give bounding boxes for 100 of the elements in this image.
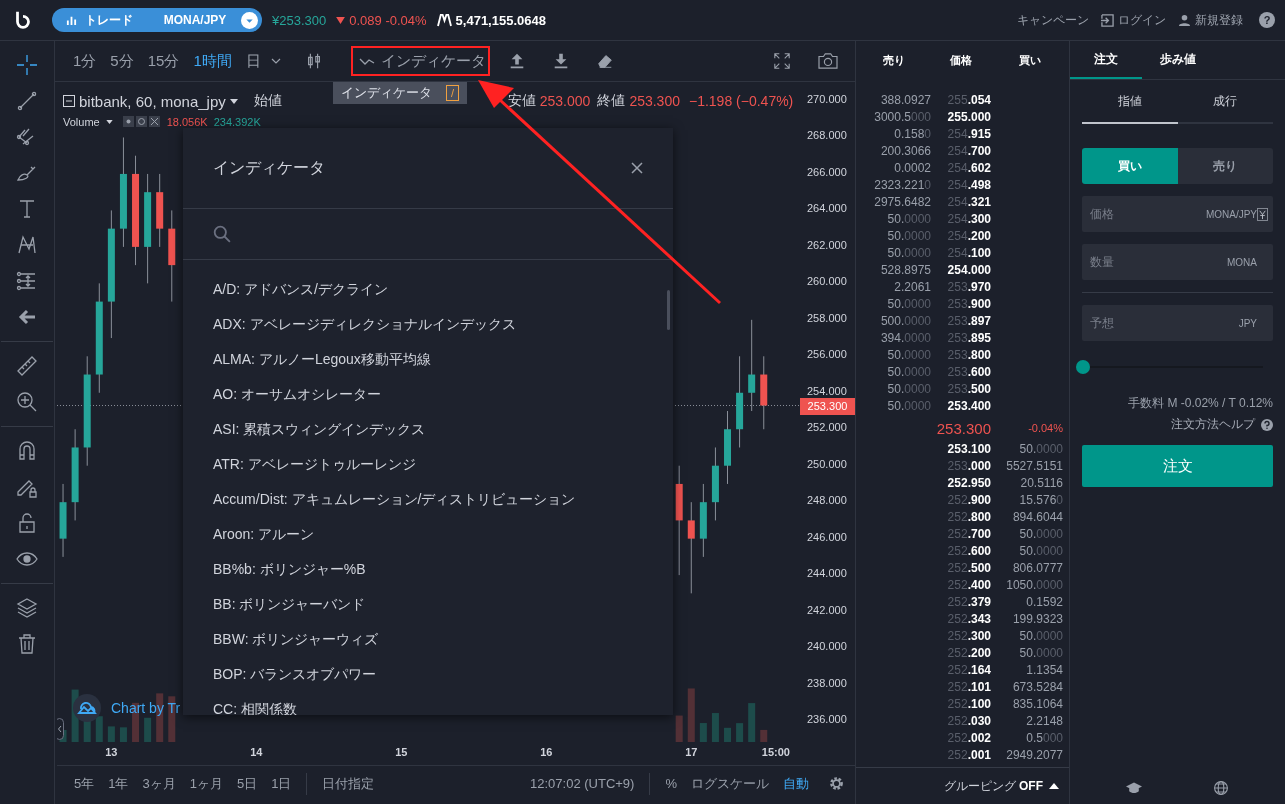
volume-menu[interactable]: Volume bbox=[63, 116, 100, 128]
market-selector[interactable]: トレード MONA/JPY bbox=[52, 8, 262, 32]
indicator-item[interactable]: BB%b: ボリンジャー%B bbox=[183, 556, 673, 591]
price-axis-label: 258.000 bbox=[807, 311, 847, 324]
grouping-toggle[interactable]: グルーピング OFF bbox=[943, 777, 1043, 795]
ohlc-label: 始値 bbox=[253, 92, 282, 110]
slider-thumb[interactable] bbox=[1076, 360, 1090, 374]
indicator-item[interactable]: ATR: アベレージトゥルーレンジ bbox=[183, 451, 673, 486]
scale-option[interactable]: 自動 bbox=[778, 774, 814, 793]
fullscreen-icon[interactable] bbox=[773, 52, 791, 70]
side-toggle[interactable]: 買い bbox=[1082, 148, 1178, 184]
caret-icon[interactable] bbox=[270, 58, 281, 64]
interval-button[interactable]: 1時間 bbox=[187, 51, 238, 71]
bid-price: 252.900 bbox=[946, 492, 991, 509]
indicator-item[interactable]: Aroon: アルーン bbox=[183, 521, 673, 556]
ruler-tool-icon[interactable] bbox=[15, 354, 39, 378]
picture-volume-bar bbox=[724, 727, 731, 742]
input-field[interactable]: 価格 MONA/JPY bbox=[1082, 196, 1273, 232]
settings-icon[interactable] bbox=[828, 775, 845, 792]
range-button[interactable]: 1ヶ月 bbox=[184, 774, 228, 793]
bid-price: 253.100 bbox=[946, 441, 991, 458]
interval-button[interactable]: 1分 bbox=[67, 51, 103, 71]
crosshair-tool-icon[interactable] bbox=[15, 53, 39, 77]
interval-button[interactable]: 5分 bbox=[104, 51, 140, 71]
column-header: 価格 bbox=[949, 52, 973, 68]
ask-price: 253.400 bbox=[946, 398, 991, 415]
scale-option[interactable]: % bbox=[660, 776, 682, 791]
help-link[interactable]: 注文方法ヘルプ bbox=[1171, 416, 1255, 433]
line-tool-icon[interactable] bbox=[15, 89, 39, 113]
scale-option[interactable]: ログスケール bbox=[686, 774, 774, 793]
zoom-tool-icon[interactable] bbox=[15, 390, 39, 414]
order-type-tab[interactable]: 成行 bbox=[1177, 80, 1273, 124]
indicator-item[interactable]: BB: ボリンジャーバンド bbox=[183, 591, 673, 626]
study-controls-icon[interactable] bbox=[122, 116, 161, 128]
price-axis-label: 242.000 bbox=[807, 603, 847, 616]
side-toggle[interactable]: 売り bbox=[1177, 148, 1273, 184]
range-button[interactable]: 1年 bbox=[103, 774, 134, 793]
up-triangle-icon[interactable] bbox=[1049, 783, 1059, 789]
login-icon bbox=[1101, 13, 1114, 27]
indicator-item[interactable]: ALMA: アルノーLegoux移動平均線 bbox=[183, 346, 673, 381]
submit-order-button[interactable]: 注文 bbox=[1082, 445, 1273, 487]
indicator-item[interactable]: Accum/Dist: アキュムレーション/ディストリビューション bbox=[183, 486, 673, 521]
order-type-tab[interactable]: 指値 bbox=[1082, 80, 1178, 124]
panel-tab[interactable]: 歩み値 bbox=[1142, 41, 1214, 79]
interval-button[interactable]: 15分 bbox=[141, 51, 186, 71]
help-icon[interactable] bbox=[1261, 418, 1273, 431]
symbol-menu[interactable]: bitbank, 60, mona_jpy bbox=[79, 92, 226, 110]
ask-price: 254.602 bbox=[946, 160, 991, 177]
interval-button[interactable]: 日 bbox=[239, 51, 267, 71]
column-header: 買い bbox=[1018, 52, 1042, 68]
indicator-item[interactable]: BBW: ボリンジャーウィズ bbox=[183, 626, 673, 661]
input-field[interactable]: 予想 JPY bbox=[1082, 305, 1273, 341]
layers-tool-icon[interactable] bbox=[15, 596, 39, 620]
yen-icon[interactable] bbox=[1257, 207, 1268, 221]
ohlc-label: 安値 bbox=[507, 92, 536, 110]
last-change: -0.04% bbox=[1027, 422, 1064, 434]
close-icon[interactable] bbox=[631, 162, 643, 174]
range-button[interactable]: 1日 bbox=[266, 774, 297, 793]
eraser-icon[interactable] bbox=[595, 52, 614, 70]
input-field[interactable]: 数量 MONA bbox=[1082, 244, 1273, 280]
clock: 12:07:02 (UTC+9) bbox=[529, 776, 636, 791]
bid-price: 252.800 bbox=[946, 509, 991, 526]
time-axis-label: 13 bbox=[105, 746, 118, 758]
globe-icon[interactable] bbox=[1213, 780, 1230, 796]
price-axis-label: 264.000 bbox=[807, 202, 847, 215]
caret-icon[interactable] bbox=[105, 120, 113, 124]
graduation-cap-icon[interactable] bbox=[1125, 780, 1142, 796]
column-header: 売り bbox=[881, 52, 906, 68]
ask-price: 253.895 bbox=[946, 330, 991, 347]
ask-amount: 50.0000 bbox=[886, 211, 931, 228]
caret-icon[interactable] bbox=[229, 98, 238, 104]
indicator-item[interactable]: A/D: アドバンス/デクライン bbox=[183, 276, 673, 311]
collapse-handle-icon[interactable] bbox=[57, 718, 64, 740]
range-button[interactable]: 5日 bbox=[231, 774, 263, 793]
bid-amount: 50.0000 bbox=[1018, 645, 1064, 662]
range-button[interactable]: 3ヶ月 bbox=[137, 774, 181, 793]
login-link[interactable]: ログイン bbox=[1101, 11, 1166, 29]
picture-volume-bar bbox=[736, 723, 744, 742]
indicator-item[interactable]: ADX: アベレージディレクショナルインデックス bbox=[183, 311, 673, 346]
ask-amount: 2975.6482 bbox=[873, 194, 931, 211]
campaign-link[interactable]: キャンペーン bbox=[1017, 11, 1089, 29]
volume-down: 18.056K bbox=[166, 116, 208, 128]
indicator-item[interactable]: BOP: バランスオブパワー bbox=[183, 661, 673, 696]
price-axis-label: 270.000 bbox=[807, 93, 847, 105]
ask-amount: 500.0000 bbox=[879, 313, 931, 330]
bid-price: 252.343 bbox=[946, 611, 991, 628]
camera-icon[interactable] bbox=[817, 52, 839, 70]
mode-label: トレード bbox=[85, 11, 134, 29]
signup-link[interactable]: 新規登録 bbox=[1178, 11, 1243, 29]
panel-tab[interactable]: 注文 bbox=[1070, 41, 1142, 79]
help-button[interactable]: ? bbox=[1259, 12, 1275, 28]
bid-amount: 894.6044 bbox=[1011, 509, 1064, 526]
date-range-button[interactable]: 日付指定 bbox=[317, 774, 380, 793]
range-button[interactable]: 5年 bbox=[69, 774, 100, 793]
collapse-icon[interactable] bbox=[63, 95, 75, 107]
indicator-item[interactable]: AO: オーサムオシレーター bbox=[183, 381, 673, 416]
indicator-button[interactable]: インディケータ bbox=[350, 46, 490, 76]
indicator-item[interactable]: ASI: 累積スウィングインデックス bbox=[183, 416, 673, 451]
ask-price: 253.900 bbox=[946, 296, 991, 313]
tooltip-text: インディケータ bbox=[341, 84, 432, 102]
